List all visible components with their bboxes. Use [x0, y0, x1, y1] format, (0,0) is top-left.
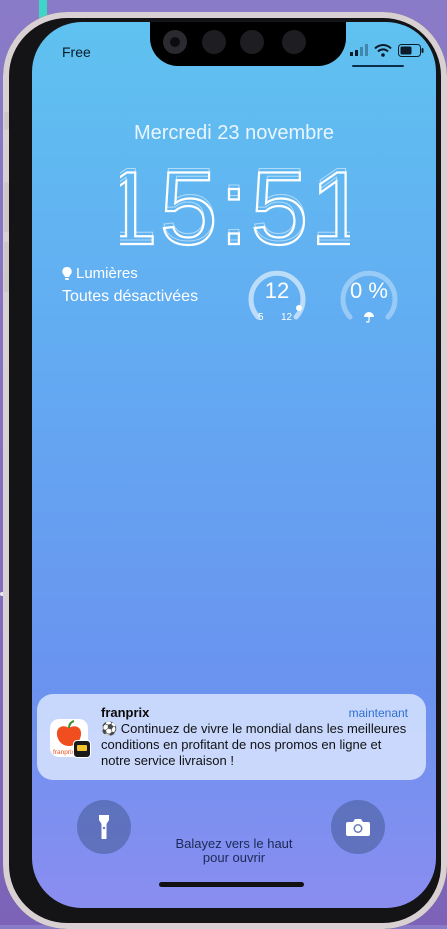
lock-time-outline: 15:51	[120, 158, 350, 254]
sensor-icon	[282, 30, 306, 54]
status-indicator-line	[352, 65, 404, 67]
notification-card[interactable]: franprix franprix maintenant ⚽ Continuez…	[37, 694, 426, 780]
precipitation-widget[interactable]: 0 %	[338, 265, 400, 327]
temperature-low: 5	[258, 312, 264, 323]
sensor-icon	[240, 30, 264, 54]
swipe-hint: Balayez vers le haut pour ouvrir	[32, 837, 436, 865]
volume-up-button	[4, 182, 9, 232]
notification-app-name: franprix	[101, 705, 150, 720]
carrier-name: Free	[62, 44, 91, 60]
silent-switch	[4, 112, 9, 130]
precipitation-value: 0 %	[350, 278, 388, 303]
notification-message: ⚽ Continuez de vivre le mondial dans les…	[101, 721, 407, 768]
lock-clock: 15:51 15:51	[120, 158, 350, 254]
lock-screen: Free Mercredi 23 novembre 15:51 15:51 Lu	[32, 22, 436, 908]
notch	[150, 22, 346, 66]
wifi-icon	[374, 43, 392, 57]
temperature-high: 12	[281, 312, 293, 323]
notification-time: maintenant	[348, 706, 408, 720]
swipe-hint-line1: Balayez vers le haut	[175, 836, 293, 851]
lock-date: Mercredi 23 novembre	[133, 122, 335, 144]
front-camera-icon	[163, 30, 187, 54]
home-indicator[interactable]	[159, 882, 304, 887]
sensor-icon	[202, 30, 226, 54]
lights-widget[interactable]: Lumières Toutes désactivées	[62, 265, 198, 306]
umbrella-icon	[364, 312, 374, 323]
battery-icon	[398, 43, 424, 57]
signal-icon	[350, 44, 368, 56]
wallet-badge-icon	[73, 740, 91, 758]
swipe-hint-line2: pour ouvrir	[202, 850, 266, 865]
status-icons	[350, 42, 424, 58]
temperature-widget[interactable]: 12 5 12	[246, 265, 308, 327]
volume-down-button	[4, 242, 9, 292]
lights-status: Toutes désactivées	[62, 288, 199, 305]
temperature-value: 12	[264, 278, 290, 303]
lights-title: Lumières	[76, 265, 138, 282]
lightbulb-icon	[62, 266, 72, 280]
camera-icon	[346, 819, 370, 836]
